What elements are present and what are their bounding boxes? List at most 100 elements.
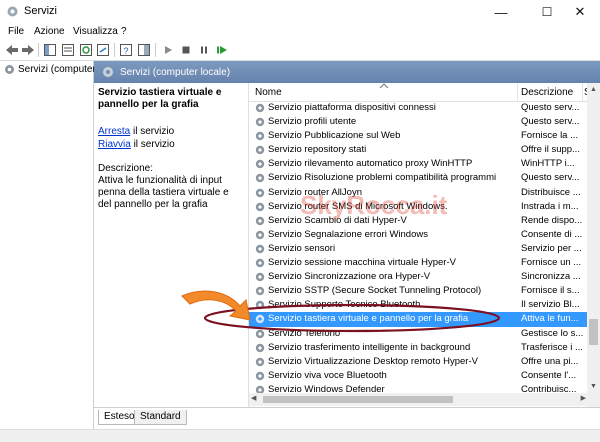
export-button[interactable] <box>96 43 110 57</box>
gear-icon <box>5 65 14 74</box>
restart-service-link[interactable]: Riavvia <box>98 139 131 150</box>
service-name-cell: Servizio profili utente <box>268 116 357 128</box>
vertical-scroll-thumb[interactable] <box>589 319 598 345</box>
table-row[interactable]: Servizio Risoluzione problemi compatibil… <box>249 171 588 185</box>
refresh-icon <box>80 44 92 56</box>
services-list: Nome Descrizione S Servizio piattaforma … <box>248 83 588 407</box>
svg-text:?: ? <box>124 46 129 56</box>
table-row[interactable]: Servizio sessione macchina virtuale Hype… <box>249 256 588 270</box>
pause-service-button[interactable] <box>197 43 211 57</box>
tree-item-services-local[interactable]: Servizi (computer <box>4 64 96 75</box>
menu-azione[interactable]: Azione <box>34 26 65 37</box>
column-divider[interactable] <box>517 83 518 101</box>
gear-icon <box>255 230 265 240</box>
services-window: Servizi — ☐ ✕ File Azione Visualizza ? ?… <box>0 0 600 442</box>
restart-service-button[interactable] <box>215 43 229 57</box>
play-icon <box>165 46 172 54</box>
gear-icon <box>255 371 265 380</box>
toolbar-separator <box>114 43 115 57</box>
services-app-icon <box>7 6 18 17</box>
show-hide-button[interactable] <box>137 43 151 57</box>
properties-icon <box>62 44 74 56</box>
gear-icon <box>255 301 265 310</box>
table-row[interactable]: Servizio profili utente Questo serv... <box>249 115 588 129</box>
table-row[interactable]: Servizio Pubblicazione sul Web Fornisce l… <box>249 129 588 143</box>
table-row[interactable]: Servizio trasferimento intelligente in b… <box>249 341 588 355</box>
table-row[interactable]: Servizio viva voce Bluetooth Consente l'.… <box>249 369 588 383</box>
stop-link-suffix: il servizio <box>130 126 175 137</box>
service-description-cell: Offre una pi... <box>521 355 579 367</box>
service-description-cell: Gestisce lo s... <box>521 327 583 339</box>
service-name-cell: Servizio Scambio di dati Hyper-V <box>268 214 407 226</box>
minimize-button[interactable]: — <box>481 0 521 24</box>
table-row[interactable]: Servizio piattaforma dispositivi conness… <box>249 101 588 115</box>
service-name-cell: Servizio Virtualizzazione Desktop remoto… <box>268 355 478 367</box>
vertical-scrollbar[interactable]: ▲ ▼ <box>587 83 600 407</box>
column-header-name[interactable]: Nome <box>255 87 282 98</box>
tree-item-label: Servizi (computer <box>18 64 96 75</box>
service-description-cell: Rende dispo... <box>521 214 583 226</box>
service-name-cell: Servizio sessione macchina virtuale Hype… <box>268 257 456 269</box>
table-row[interactable]: Servizio Virtualizzazione Desktop remoto… <box>249 355 588 369</box>
scroll-up-icon[interactable]: ▲ <box>587 83 600 96</box>
gear-icon <box>255 258 265 268</box>
service-description-cell: Questo serv... <box>521 102 580 113</box>
close-button[interactable]: ✕ <box>560 0 600 24</box>
table-row[interactable]: Servizio Telefono Gestisce lo s... <box>249 327 588 341</box>
column-divider[interactable] <box>582 83 583 101</box>
scroll-right-icon[interactable]: ▶ <box>581 394 586 402</box>
window-title: Servizi <box>24 5 58 17</box>
table-row-selected[interactable]: Servizio tastiera virtuale e pannello pe… <box>249 312 588 327</box>
back-button[interactable] <box>5 43 19 57</box>
service-name-cell: Servizio Risoluzione problemi compatibil… <box>268 172 497 184</box>
menu-visualizza[interactable]: Visualizza <box>73 26 118 37</box>
menu-file[interactable]: File <box>8 26 24 37</box>
table-row[interactable]: Servizio rilevamento automatico proxy Wi… <box>249 157 588 171</box>
restart-icon <box>217 46 227 54</box>
table-row[interactable]: Servizio router SMS di Microsoft Windows… <box>249 200 588 214</box>
stop-service-button[interactable] <box>179 43 193 57</box>
help-icon: ? <box>120 44 132 56</box>
service-description-cell: Consente di ... <box>521 228 583 240</box>
gear-icon <box>255 272 265 282</box>
table-row[interactable]: Servizio SSTP (Secure Socket Tunneling P… <box>249 284 588 298</box>
properties-button[interactable] <box>61 43 75 57</box>
gear-icon <box>255 287 265 296</box>
table-row[interactable]: Servizio Scambio di dati Hyper-V Rende di… <box>249 214 588 228</box>
horizontal-scrollbar[interactable]: ◀ ▶ <box>249 393 588 406</box>
start-service-button[interactable] <box>161 43 175 57</box>
scroll-down-icon[interactable]: ▼ <box>587 380 600 393</box>
menu-help[interactable]: ? <box>121 26 127 37</box>
table-row[interactable]: Servizio repository stati Offre il supp..… <box>249 143 588 157</box>
column-header-description[interactable]: Descrizione <box>521 87 573 98</box>
horizontal-scroll-thumb[interactable] <box>263 396 453 403</box>
console-tree-button[interactable] <box>43 43 57 57</box>
service-name-cell: Servizio rilevamento automatico proxy Wi… <box>268 158 473 170</box>
table-row[interactable]: Servizio Sincronizzazione ora Hyper-V Sin… <box>249 270 588 284</box>
service-name-cell: Servizio repository stati <box>268 144 367 156</box>
refresh-button[interactable] <box>79 43 93 57</box>
tab-standard[interactable]: Standard <box>134 410 187 425</box>
service-description-cell: Fornisce un ... <box>521 257 582 269</box>
scroll-left-icon[interactable]: ◀ <box>251 394 256 402</box>
forward-button[interactable] <box>21 43 35 57</box>
table-row[interactable]: Servizio Supporto Tecnico Bluetooth Il se… <box>249 298 588 312</box>
help-button[interactable]: ? <box>119 43 133 57</box>
toolbar: ? <box>0 40 600 61</box>
service-name-cell: Servizio Telefono <box>268 327 341 339</box>
table-row[interactable]: Servizio Segnalazione errori Windows Cons… <box>249 228 588 242</box>
gear-icon <box>255 357 265 366</box>
table-row[interactable]: Servizio sensori Servizio per ... <box>249 242 588 256</box>
description-text: Attiva le funzionalità di input penna de… <box>98 175 229 210</box>
service-description-cell: Questo serv... <box>521 172 580 184</box>
menu-bar: File Azione Visualizza ? <box>0 24 600 40</box>
pane-header: Servizi (computer locale) <box>94 61 600 83</box>
description-label: Descrizione: <box>98 163 154 174</box>
stop-service-link[interactable]: Arresta <box>98 126 130 137</box>
gear-icon <box>255 343 265 352</box>
restart-link-suffix: il servizio <box>130 139 175 150</box>
pause-icon <box>201 46 207 54</box>
title-bar: Servizi — ☐ ✕ <box>0 0 600 24</box>
console-tree: Servizi (computer <box>0 61 96 429</box>
table-row[interactable]: Servizio router AllJoyn Distribuisce ... <box>249 186 588 200</box>
